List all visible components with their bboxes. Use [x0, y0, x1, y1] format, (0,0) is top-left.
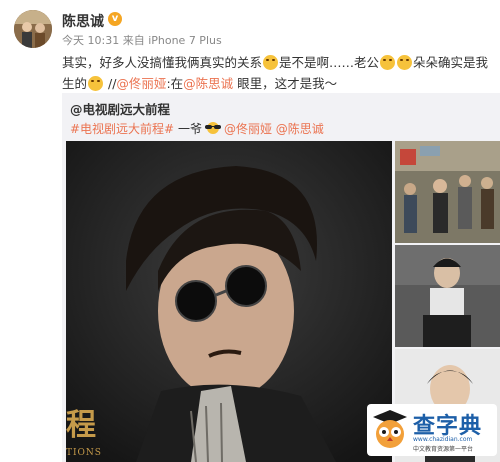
text-segment: 是不是啊……老公 — [279, 55, 380, 70]
mention-link[interactable]: @陈思诚 — [276, 122, 324, 136]
kiss-emoji-icon — [263, 55, 279, 70]
mention-link[interactable]: @陈思诚 — [183, 76, 233, 91]
thumbnail-photo[interactable] — [395, 245, 500, 347]
text-segment: 生的 — [62, 76, 88, 91]
poster-subtitle: TIONS — [66, 448, 102, 458]
text-segment: 朵朵确实是我 — [413, 55, 489, 70]
weibo-post: 陈思诚 v 今天 10:31 来自 iPhone 7 Plus 其实，好多人没搞… — [0, 0, 500, 462]
avatar[interactable] — [14, 10, 52, 48]
kiss-emoji-icon — [380, 55, 396, 70]
text-segment: 眼里，这才是我～ — [233, 76, 338, 91]
owl-logo-icon — [371, 408, 409, 452]
mention-link[interactable]: @佟丽娅 — [224, 122, 272, 136]
topic-link[interactable]: #电视剧远大前程# — [70, 122, 174, 136]
poster-title-char: 程 — [66, 408, 96, 443]
main-photo[interactable]: 程 TIONS — [66, 141, 392, 462]
text-segment: :在 — [166, 76, 184, 91]
thumbnail-photo[interactable] — [395, 141, 500, 243]
repost-author[interactable]: @电视剧远大前程 — [70, 99, 170, 118]
username[interactable]: 陈思诚 — [62, 11, 104, 31]
kiss-emoji-icon — [88, 76, 104, 91]
mention-link[interactable]: @佟丽娅 — [116, 76, 166, 91]
sunglasses-emoji-icon — [202, 122, 224, 134]
verified-icon: v — [108, 12, 122, 26]
watermark-subtitle: 中文教育资源第一平台 — [413, 446, 474, 453]
repost-text: #电视剧远大前程# 一爷 @佟丽娅 @陈思诚 — [70, 120, 324, 137]
kiss-emoji-icon — [397, 55, 413, 70]
text-segment: 其实，好多人没搞懂我俩真实的关系 — [62, 55, 263, 70]
text-segment: // — [104, 76, 117, 91]
watermark-url: www.chazidian.com — [413, 436, 473, 443]
site-watermark: 查字典 www.chazidian.com 中文教育资源第一平台 — [367, 404, 497, 456]
post-meta: 今天 10:31 来自 iPhone 7 Plus — [62, 34, 222, 47]
post-text: 其实，好多人没搞懂我俩真实的关系 是不是啊……老公 朵朵确实是我生的 //@佟丽娅:… — [62, 52, 494, 94]
text-segment: 一爷 — [174, 122, 202, 136]
